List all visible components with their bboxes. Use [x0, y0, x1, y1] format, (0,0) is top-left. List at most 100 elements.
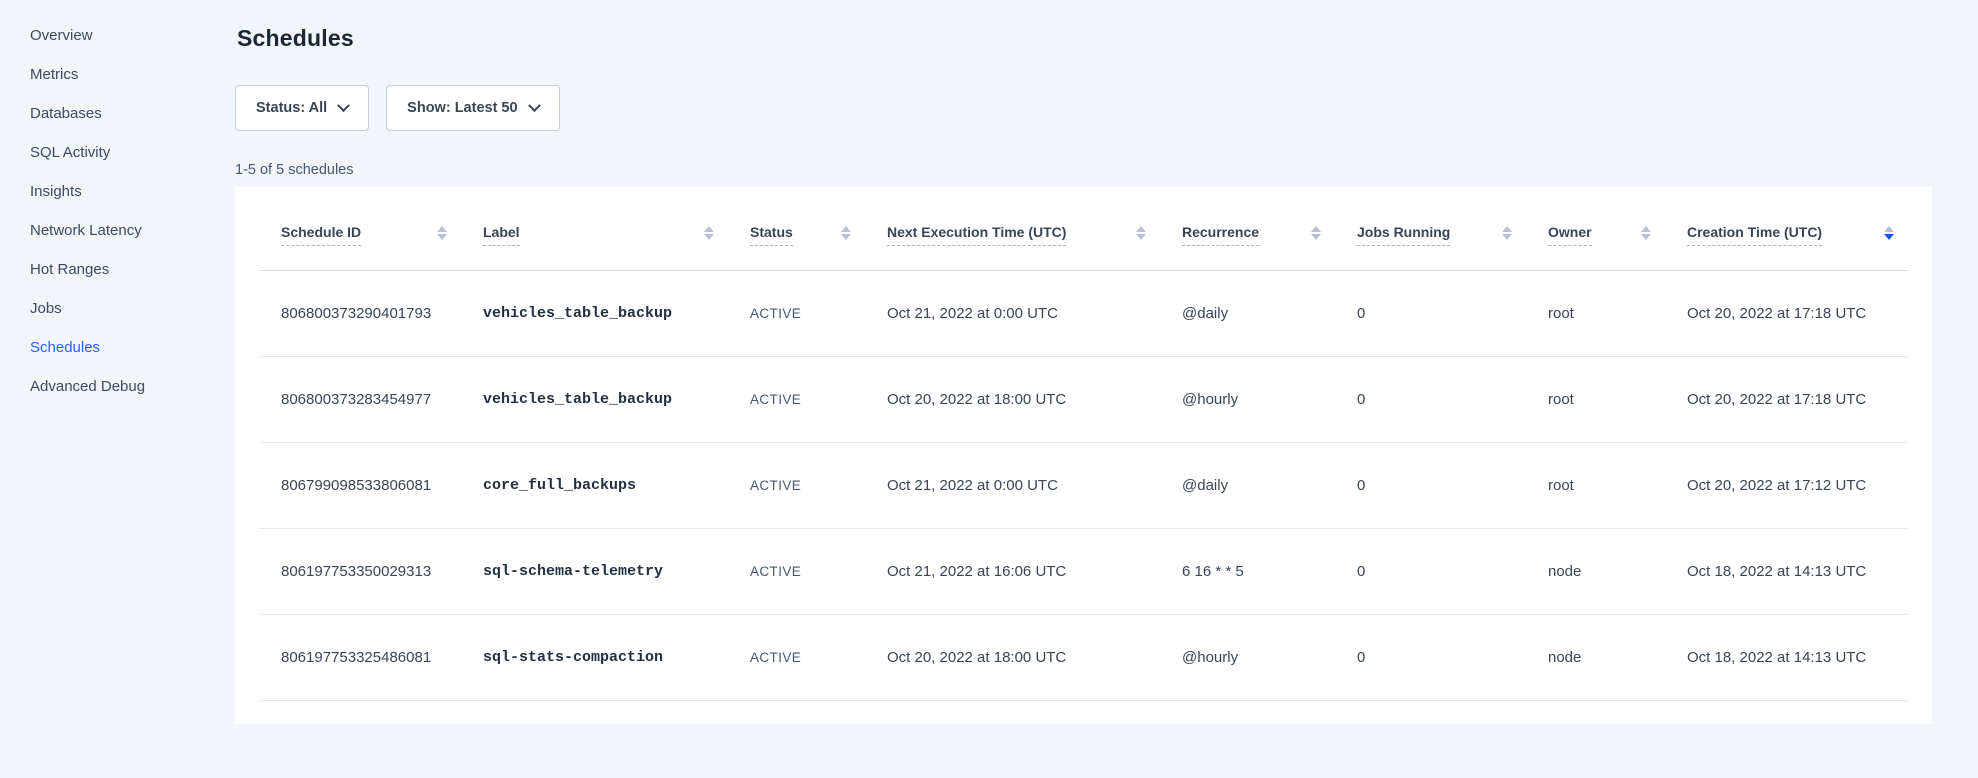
- schedule-id-cell: 806197753325486081: [259, 614, 461, 700]
- jobs-running-cell: 0: [1335, 356, 1526, 442]
- sidebar-item-overview[interactable]: Overview: [0, 16, 235, 55]
- schedules-table-card: Schedule ID Label Status: [235, 187, 1932, 724]
- jobs-running-cell: 0: [1335, 614, 1526, 700]
- sort-down-icon: [1502, 234, 1512, 240]
- chevron-down-icon: [528, 99, 541, 112]
- sort-up-icon: [1136, 226, 1146, 232]
- filter-bar: Status: All Show: Latest 50: [235, 85, 1978, 131]
- sort-icon[interactable]: [1502, 226, 1512, 240]
- sort-up-icon: [1884, 226, 1894, 232]
- label-cell: sql-schema-telemetry: [461, 528, 728, 614]
- column-header-status[interactable]: Status: [728, 187, 865, 270]
- sort-up-icon: [841, 226, 851, 232]
- schedule-id-cell: 806800373283454977: [259, 356, 461, 442]
- owner-cell: node: [1526, 614, 1665, 700]
- sidebar-item-databases[interactable]: Databases: [0, 94, 235, 133]
- sort-icon[interactable]: [1641, 226, 1651, 240]
- sidebar-item-insights[interactable]: Insights: [0, 172, 235, 211]
- sidebar-item-hot-ranges[interactable]: Hot Ranges: [0, 250, 235, 289]
- creation-time-cell: Oct 20, 2022 at 17:12 UTC: [1665, 442, 1908, 528]
- sort-down-icon: [1884, 234, 1894, 240]
- sidebar-item-advanced-debug[interactable]: Advanced Debug: [0, 367, 235, 406]
- results-count: 1-5 of 5 schedules: [235, 162, 1978, 178]
- table-row[interactable]: 806799098533806081 core_full_backups ACT…: [259, 442, 1908, 528]
- sort-down-icon: [1136, 234, 1146, 240]
- next-execution-cell: Oct 21, 2022 at 0:00 UTC: [865, 442, 1160, 528]
- next-execution-cell: Oct 21, 2022 at 16:06 UTC: [865, 528, 1160, 614]
- column-label: Owner: [1548, 224, 1592, 246]
- owner-cell: node: [1526, 528, 1665, 614]
- column-header-recurrence[interactable]: Recurrence: [1160, 187, 1335, 270]
- sidebar-item-sql-activity[interactable]: SQL Activity: [0, 133, 235, 172]
- sort-icon[interactable]: [1311, 226, 1321, 240]
- sidebar-item-schedules[interactable]: Schedules: [0, 328, 235, 367]
- main-content: Schedules Status: All Show: Latest 50 1-…: [235, 0, 1978, 778]
- sort-down-icon: [704, 234, 714, 240]
- column-header-schedule-id[interactable]: Schedule ID: [259, 187, 461, 270]
- column-label: Creation Time (UTC): [1687, 224, 1822, 246]
- status-cell: ACTIVE: [728, 528, 865, 614]
- jobs-running-cell: 0: [1335, 528, 1526, 614]
- jobs-running-cell: 0: [1335, 442, 1526, 528]
- column-header-owner[interactable]: Owner: [1526, 187, 1665, 270]
- label-cell: core_full_backups: [461, 442, 728, 528]
- sort-up-icon: [1502, 226, 1512, 232]
- schedule-id-cell: 806799098533806081: [259, 442, 461, 528]
- sort-icon[interactable]: [1884, 226, 1894, 240]
- recurrence-cell: @hourly: [1160, 356, 1335, 442]
- sidebar-item-metrics[interactable]: Metrics: [0, 55, 235, 94]
- status-cell: ACTIVE: [728, 270, 865, 356]
- chevron-down-icon: [337, 99, 350, 112]
- recurrence-cell: @daily: [1160, 442, 1335, 528]
- status-cell: ACTIVE: [728, 614, 865, 700]
- sort-up-icon: [437, 226, 447, 232]
- sort-up-icon: [1641, 226, 1651, 232]
- table-row[interactable]: 806800373283454977 vehicles_table_backup…: [259, 356, 1908, 442]
- column-label: Label: [483, 224, 520, 246]
- sidebar-item-jobs[interactable]: Jobs: [0, 289, 235, 328]
- sort-down-icon: [1641, 234, 1651, 240]
- sort-up-icon: [1311, 226, 1321, 232]
- recurrence-cell: 6 16 * * 5: [1160, 528, 1335, 614]
- creation-time-cell: Oct 18, 2022 at 14:13 UTC: [1665, 614, 1908, 700]
- sort-up-icon: [704, 226, 714, 232]
- owner-cell: root: [1526, 442, 1665, 528]
- label-cell: sql-stats-compaction: [461, 614, 728, 700]
- show-filter-dropdown[interactable]: Show: Latest 50: [386, 85, 559, 131]
- next-execution-cell: Oct 20, 2022 at 18:00 UTC: [865, 356, 1160, 442]
- column-label: Next Execution Time (UTC): [887, 224, 1066, 246]
- sort-down-icon: [437, 234, 447, 240]
- show-filter-label: Show: Latest 50: [407, 100, 517, 116]
- column-header-label[interactable]: Label: [461, 187, 728, 270]
- status-filter-dropdown[interactable]: Status: All: [235, 85, 369, 131]
- sort-icon[interactable]: [437, 226, 447, 240]
- column-label: Schedule ID: [281, 224, 361, 246]
- table-row[interactable]: 806197753325486081 sql-stats-compaction …: [259, 614, 1908, 700]
- label-cell: vehicles_table_backup: [461, 270, 728, 356]
- sort-icon[interactable]: [1136, 226, 1146, 240]
- schedule-id-cell: 806197753350029313: [259, 528, 461, 614]
- owner-cell: root: [1526, 356, 1665, 442]
- sidebar-item-network-latency[interactable]: Network Latency: [0, 211, 235, 250]
- status-cell: ACTIVE: [728, 356, 865, 442]
- label-cell: vehicles_table_backup: [461, 356, 728, 442]
- status-filter-label: Status: All: [256, 100, 327, 116]
- column-label: Recurrence: [1182, 224, 1259, 246]
- status-cell: ACTIVE: [728, 442, 865, 528]
- jobs-running-cell: 0: [1335, 270, 1526, 356]
- creation-time-cell: Oct 20, 2022 at 17:18 UTC: [1665, 356, 1908, 442]
- recurrence-cell: @daily: [1160, 270, 1335, 356]
- column-header-next-execution-time[interactable]: Next Execution Time (UTC): [865, 187, 1160, 270]
- creation-time-cell: Oct 18, 2022 at 14:13 UTC: [1665, 528, 1908, 614]
- sort-icon[interactable]: [841, 226, 851, 240]
- next-execution-cell: Oct 21, 2022 at 0:00 UTC: [865, 270, 1160, 356]
- column-header-creation-time[interactable]: Creation Time (UTC): [1665, 187, 1908, 270]
- schedule-id-cell: 806800373290401793: [259, 270, 461, 356]
- table-row[interactable]: 806800373290401793 vehicles_table_backup…: [259, 270, 1908, 356]
- sort-icon[interactable]: [704, 226, 714, 240]
- column-header-jobs-running[interactable]: Jobs Running: [1335, 187, 1526, 270]
- page-title: Schedules: [237, 25, 1978, 52]
- table-row[interactable]: 806197753350029313 sql-schema-telemetry …: [259, 528, 1908, 614]
- next-execution-cell: Oct 20, 2022 at 18:00 UTC: [865, 614, 1160, 700]
- sort-down-icon: [841, 234, 851, 240]
